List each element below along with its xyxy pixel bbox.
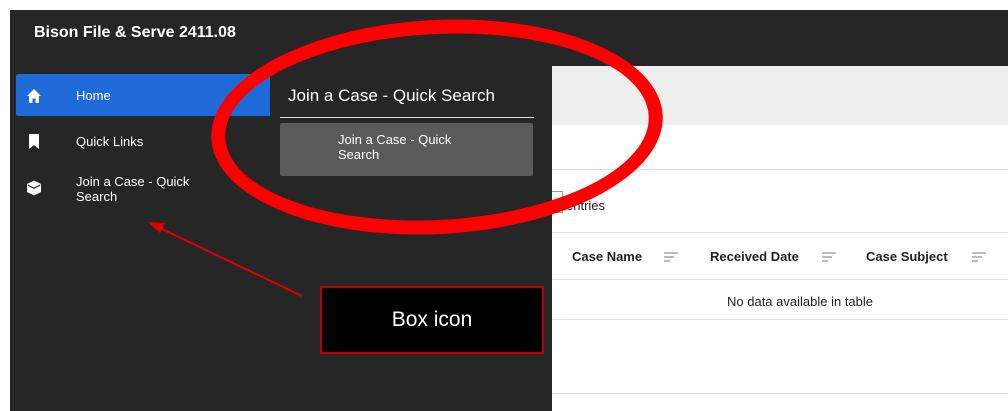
callout-text: Box icon [391, 308, 473, 331]
callout-box: Box icon [320, 286, 544, 354]
